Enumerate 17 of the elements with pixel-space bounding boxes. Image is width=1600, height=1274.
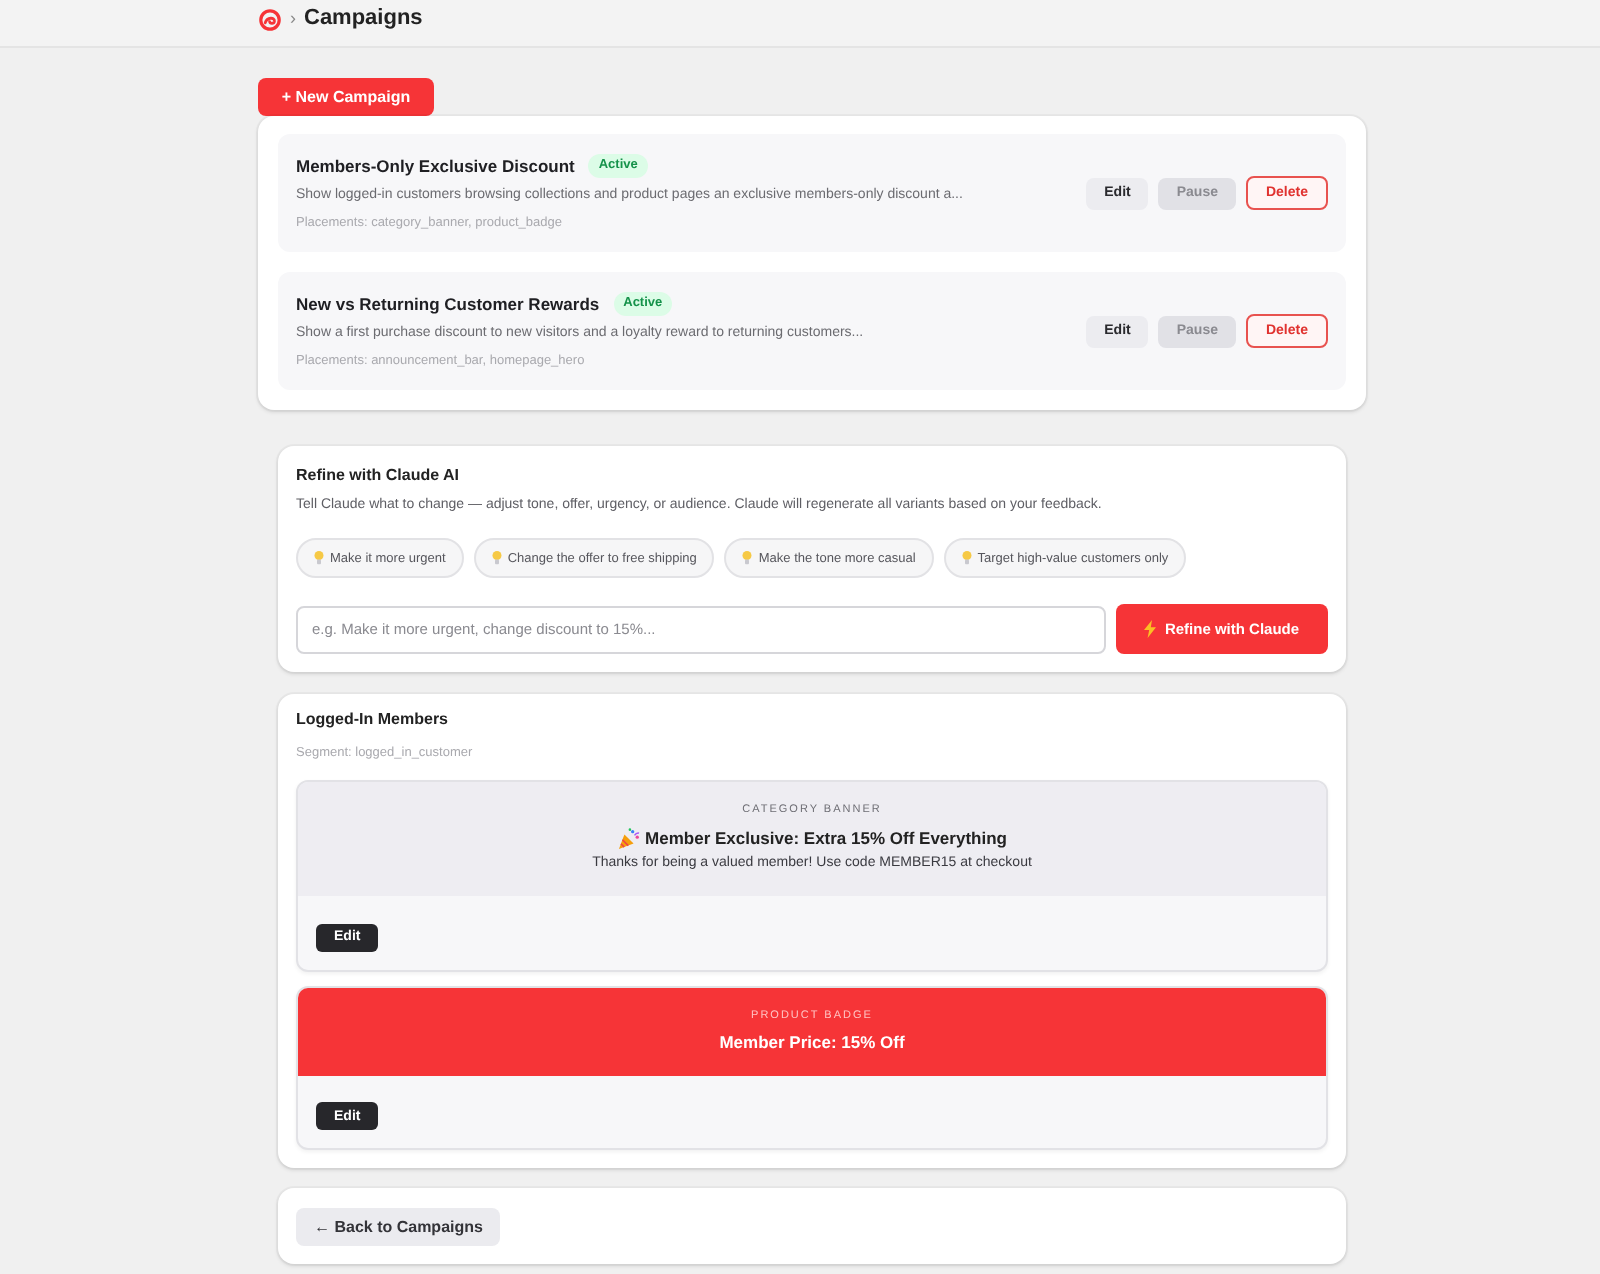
segment-title: Logged-In Members <box>296 708 451 732</box>
campaign-title: New vs Returning Customer Rewards <box>296 292 600 318</box>
lightbulb-icon <box>961 550 972 566</box>
logo-icon <box>258 8 282 32</box>
preview-headline: Member Price: 15% Off <box>719 1029 905 1053</box>
refine-title: Refine with Claude AI <box>296 464 461 488</box>
campaign-title: Members-Only Exclusive Discount <box>296 154 575 180</box>
lightning-icon <box>1144 620 1157 638</box>
lightbulb-icon <box>742 550 753 566</box>
new-campaign-button[interactable]: + New Campaign <box>258 78 434 116</box>
lightbulb-icon <box>491 550 502 566</box>
page-title: Campaigns <box>304 6 423 32</box>
back-button[interactable]: ← Back to Campaigns <box>296 1208 501 1246</box>
breadcrumb-separator: › <box>290 6 296 32</box>
lightbulb-icon <box>314 550 324 566</box>
party-popper-icon <box>617 827 640 849</box>
preview-headline: Member Exclusive: Extra 15% Off Everything <box>645 826 1007 850</box>
